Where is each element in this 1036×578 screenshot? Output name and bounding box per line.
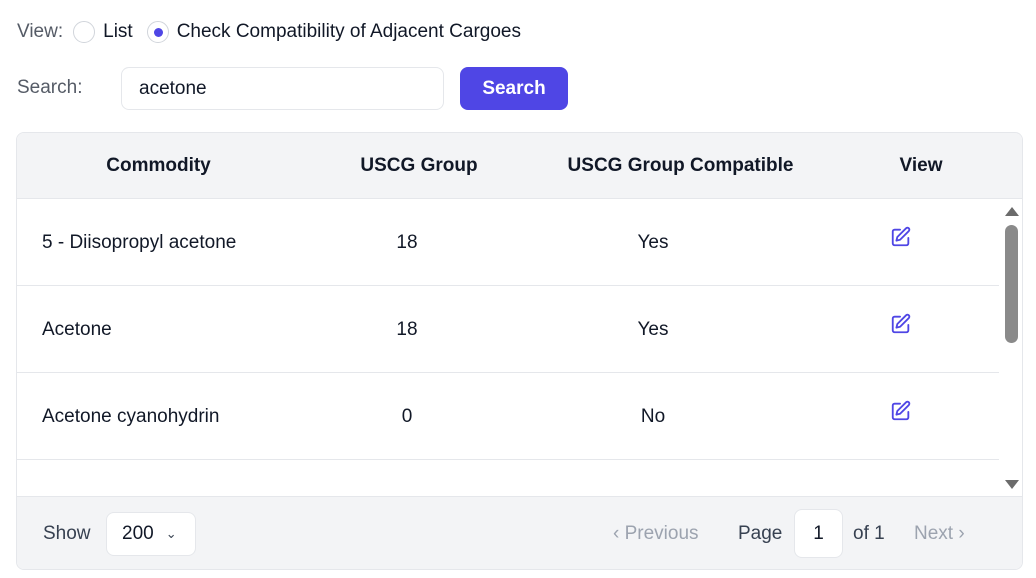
view-label: View: (17, 21, 64, 42)
chevron-down-icon: ⌄ (165, 526, 177, 541)
table-scrollbar[interactable] (1002, 199, 1022, 496)
compatibility-radio[interactable] (146, 21, 169, 43)
page-count-label: of 1 (853, 523, 885, 544)
commodity-cell: Acetone (42, 319, 112, 340)
search-input[interactable] (121, 67, 444, 110)
column-header-commodity: Commodity (106, 155, 211, 176)
search-label: Search: (17, 77, 83, 98)
commodity-cell: 5 - Diisopropyl acetone (42, 232, 237, 253)
column-header-uscg-group-compatible: USCG Group Compatible (567, 155, 794, 176)
edit-icon[interactable] (890, 373, 912, 460)
table-row: Acetone cyanohydrin 0 No (17, 373, 999, 460)
edit-icon[interactable] (890, 199, 912, 286)
commodity-table: Commodity USCG Group USCG Group Compatib… (16, 132, 1023, 570)
column-header-view: View (899, 155, 943, 176)
view-cell (879, 460, 923, 496)
uscg-group-cell: 18 (396, 319, 418, 340)
previous-page-button[interactable]: ‹ Previous (613, 523, 699, 545)
view-option-list-label: List (103, 21, 133, 42)
table-header: Commodity USCG Group USCG Group Compatib… (17, 133, 1022, 199)
next-page-button[interactable]: Next › (914, 523, 965, 545)
edit-icon[interactable] (890, 286, 912, 373)
view-selector: View: List Check Compatibility of Adjace… (17, 18, 535, 46)
commodity-cell: Acetone cyanohydrin (42, 406, 220, 427)
page-label: Page (738, 523, 783, 544)
scroll-up-arrow-icon[interactable] (1005, 207, 1019, 216)
compatible-cell: No (640, 406, 666, 427)
search-bar: Search: Search (17, 67, 617, 110)
view-cell (879, 199, 923, 286)
view-cell (879, 373, 923, 460)
table-footer: Show 200 ⌄ ‹ Previous Page of 1 Next › (17, 496, 1022, 569)
view-option-compatibility[interactable]: Check Compatibility of Adjacent Cargoes (146, 21, 521, 43)
table-row-partial (17, 460, 999, 496)
table-row: Acetone 18 Yes (17, 286, 999, 373)
uscg-group-cell: 18 (396, 232, 418, 253)
search-button[interactable]: Search (460, 67, 568, 110)
page-number-input[interactable] (794, 509, 843, 558)
compatible-cell: Yes (637, 319, 669, 340)
page-size-value: 200 (122, 523, 154, 544)
view-option-list[interactable]: List (73, 21, 133, 43)
view-option-compatibility-label: Check Compatibility of Adjacent Cargoes (176, 21, 521, 42)
page-size-select[interactable]: 200 ⌄ (106, 512, 196, 556)
uscg-group-cell: 0 (401, 406, 413, 427)
column-header-uscg-group: USCG Group (360, 155, 478, 176)
table-row: 5 - Diisopropyl acetone 18 Yes (17, 199, 999, 286)
table-body[interactable]: 5 - Diisopropyl acetone 18 Yes Acetone 1… (17, 199, 999, 496)
view-cell (879, 286, 923, 373)
scroll-down-arrow-icon[interactable] (1005, 480, 1019, 489)
compatible-cell: Yes (637, 232, 669, 253)
show-label: Show (43, 523, 91, 544)
list-radio[interactable] (73, 21, 96, 43)
scrollbar-thumb[interactable] (1005, 225, 1018, 343)
